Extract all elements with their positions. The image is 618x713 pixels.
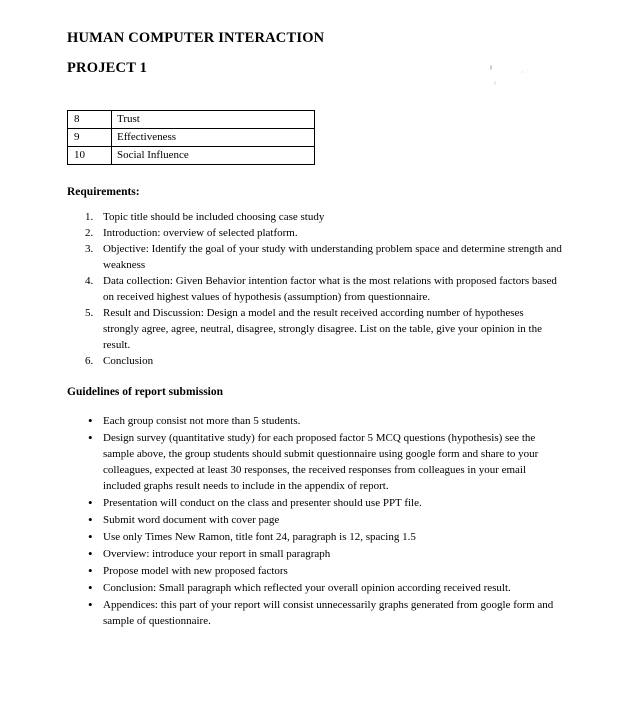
page-title-line-2: PROJECT 1 — [67, 60, 148, 76]
list-item-text: Conclusion: Small paragraph which reflec… — [103, 582, 511, 594]
bullet-icon: • — [88, 597, 93, 612]
list-item: 3. Objective: Identify the goal of your … — [67, 241, 562, 273]
list-marker: 1. — [85, 211, 94, 223]
page-title-line-1: HUMAN COMPUTER INTERACTION — [67, 30, 325, 46]
bullet-icon: • — [88, 430, 93, 445]
table-cell-number: 8 — [67, 110, 112, 129]
table-cell-factor: Trust — [111, 110, 315, 129]
table-row: 8 Trust — [67, 110, 315, 129]
bullet-icon: • — [88, 546, 93, 561]
bullet-icon: • — [88, 563, 93, 578]
bullet-icon: • — [88, 495, 93, 510]
list-marker: 6. — [85, 355, 94, 367]
list-item-text: Use only Times New Ramon, title font 24,… — [103, 531, 416, 543]
list-item-text: Conclusion — [103, 355, 154, 367]
list-item: • Propose model with new proposed factor… — [67, 563, 562, 579]
list-item: • Appendices: this part of your report w… — [67, 597, 562, 629]
list-item: • Submit word document with cover page — [67, 512, 562, 528]
list-item-text: Propose model with new proposed factors — [103, 565, 288, 577]
document-page: HUMAN COMPUTER INTERACTION PROJECT 1 8 T… — [0, 0, 618, 713]
scan-speckle — [521, 71, 524, 73]
list-item: 2. Introduction: overview of selected pl… — [67, 225, 562, 241]
bullet-icon: • — [88, 580, 93, 595]
requirements-heading: Requirements: — [67, 186, 140, 198]
list-item-text: Appendices: this part of your report wil… — [103, 599, 554, 627]
list-item-text: Submit word document with cover page — [103, 514, 280, 526]
requirements-list: 1. Topic title should be included choosi… — [67, 209, 562, 369]
table-cell-number: 10 — [67, 146, 112, 165]
list-item: 6. Conclusion — [67, 353, 562, 369]
list-item: 4. Data collection: Given Behavior inten… — [67, 273, 562, 305]
factors-table-body: 8 Trust 9 Effectiveness 10 Social Influe… — [67, 110, 315, 165]
list-item: 1. Topic title should be included choosi… — [67, 209, 562, 225]
list-item-text: Result and Discussion: Design a model an… — [103, 307, 542, 351]
table-cell-number: 9 — [67, 128, 112, 147]
guidelines-list: • Each group consist not more than 5 stu… — [67, 413, 562, 630]
list-item-text: Each group consist not more than 5 stude… — [103, 415, 301, 427]
list-item-text: Data collection: Given Behavior intentio… — [103, 275, 557, 303]
list-item-text: Objective: Identify the goal of your stu… — [103, 243, 562, 271]
list-item: 5. Result and Discussion: Design a model… — [67, 305, 562, 353]
scan-speckle — [527, 69, 529, 71]
table-cell-factor: Effectiveness — [111, 128, 315, 147]
bullet-icon: • — [88, 512, 93, 527]
list-marker: 4. — [85, 275, 94, 287]
bullet-icon: • — [88, 529, 93, 544]
table-cell-factor: Social Influence — [111, 146, 315, 165]
list-item-text: Overview: introduce your report in small… — [103, 548, 331, 560]
list-item: • Design survey (quantitative study) for… — [67, 430, 562, 494]
scan-speckle — [490, 65, 492, 70]
list-item-text: Presentation will conduct on the class a… — [103, 497, 422, 509]
guidelines-heading: Guidelines of report submission — [67, 386, 224, 398]
list-item: • Conclusion: Small paragraph which refl… — [67, 580, 562, 596]
list-marker: 5. — [85, 307, 94, 319]
table-row: 9 Effectiveness — [67, 128, 315, 147]
list-marker: 3. — [85, 243, 94, 255]
table-row: 10 Social Influence — [67, 146, 315, 165]
factors-table: 8 Trust 9 Effectiveness 10 Social Influe… — [67, 110, 315, 165]
list-marker: 2. — [85, 227, 94, 239]
list-item-text: Design survey (quantitative study) for e… — [103, 432, 539, 492]
scan-speckle — [494, 81, 496, 85]
bullet-icon: • — [88, 413, 93, 428]
list-item-text: Topic title should be included choosing … — [103, 211, 325, 223]
list-item-text: Introduction: overview of selected platf… — [103, 227, 298, 239]
list-item: • Overview: introduce your report in sma… — [67, 546, 562, 562]
list-item: • Presentation will conduct on the class… — [67, 495, 562, 511]
list-item: • Each group consist not more than 5 stu… — [67, 413, 562, 429]
list-item: • Use only Times New Ramon, title font 2… — [67, 529, 562, 545]
